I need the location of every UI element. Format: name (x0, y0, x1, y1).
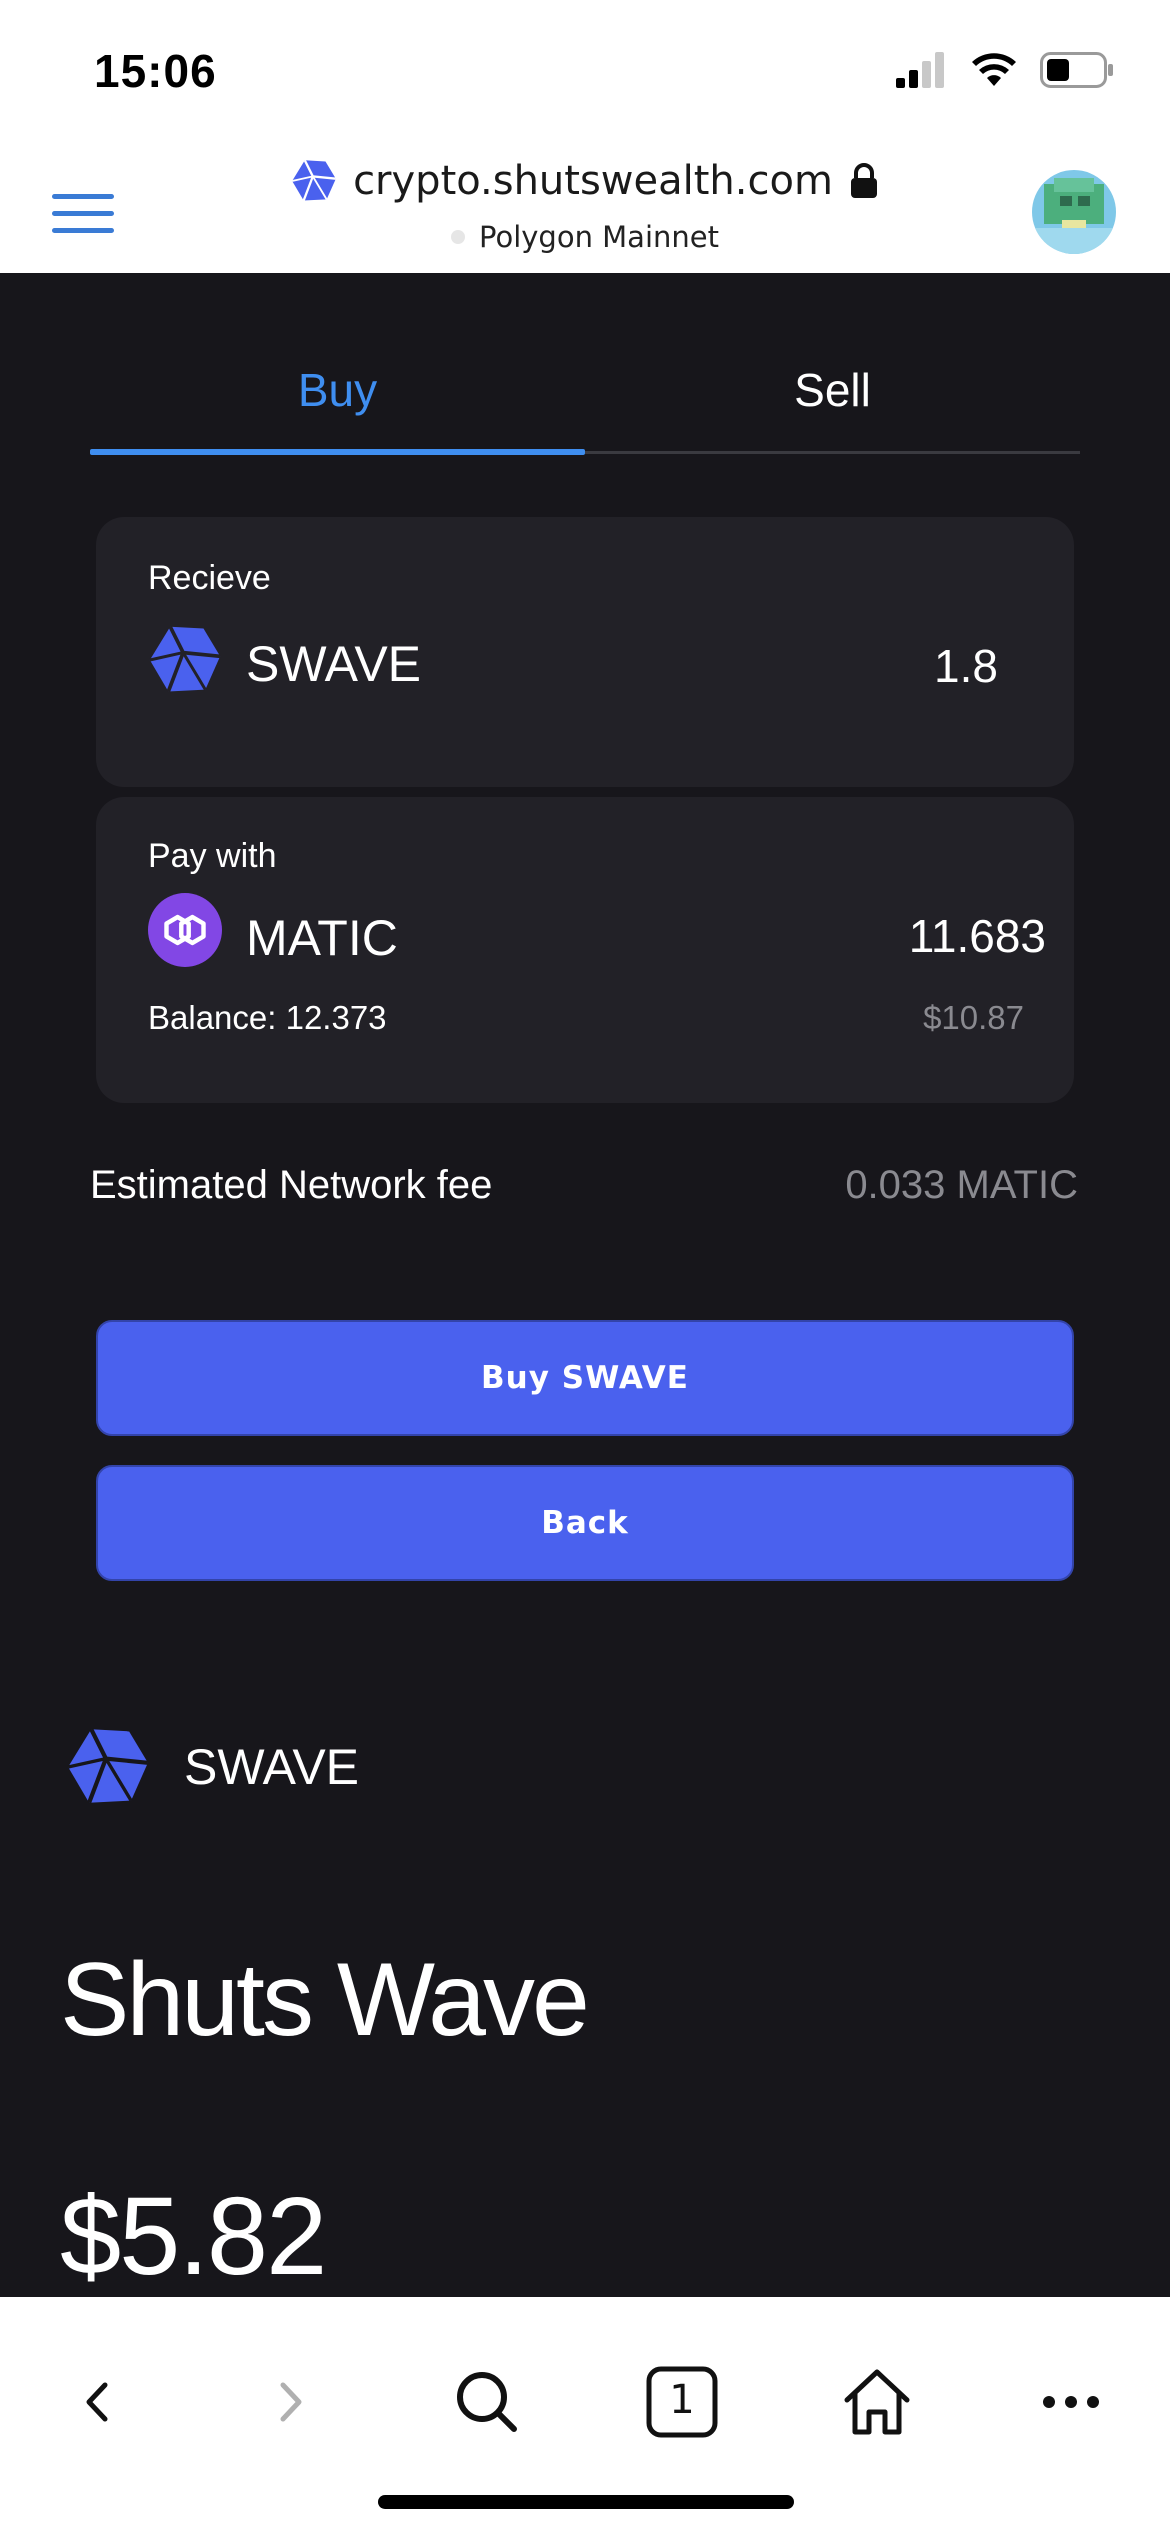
pay-usd-value: $10.87 (923, 999, 1024, 1036)
browser-header: crypto.shutswealth.com Polygon Mainnet (0, 140, 1170, 274)
receive-label: Recieve (148, 559, 271, 597)
avatar[interactable] (1032, 170, 1116, 254)
cellular-signal-icon (896, 52, 944, 88)
status-icons (896, 52, 1114, 88)
active-tab-indicator (90, 449, 585, 455)
buy-button[interactable]: Buy SWAVE (96, 1320, 1074, 1436)
token-header: SWAVE (62, 1725, 359, 1809)
wifi-icon (972, 53, 1016, 86)
pay-token-name: MATIC (246, 910, 398, 966)
home-button[interactable] (832, 2357, 922, 2447)
pay-label: Pay with (148, 837, 277, 875)
tabs-button[interactable]: 1 (637, 2357, 727, 2447)
tab-count: 1 (669, 2377, 695, 2423)
avatar-image-icon (1032, 170, 1116, 254)
matic-token-icon (148, 893, 222, 967)
home-icon (844, 2369, 910, 2435)
pay-amount[interactable]: 11.683 (909, 909, 1046, 963)
network-name: Polygon Mainnet (479, 220, 719, 254)
battery-icon (1040, 52, 1113, 88)
network-indicator: Polygon Mainnet (0, 220, 1170, 254)
swave-logo-icon (67, 1728, 149, 1804)
more-dots-icon (1043, 2396, 1099, 2408)
buy-sell-tabs: Buy Sell (90, 273, 1080, 455)
status-bar: 15:06 (0, 0, 1170, 140)
receive-card: Recieve SWAVE 1.8 (96, 517, 1074, 787)
home-indicator (378, 2495, 794, 2509)
browser-toolbar: 1 (0, 2297, 1170, 2532)
more-button[interactable] (1026, 2357, 1116, 2447)
swave-token-icon (149, 625, 221, 693)
network-fee-value: 0.033 MATIC (845, 1163, 1078, 1207)
pay-balance: Balance: 12.373 (148, 999, 387, 1036)
address-bar[interactable]: crypto.shutswealth.com (0, 158, 1170, 204)
chevron-right-icon (280, 2382, 302, 2422)
tab-buy[interactable]: Buy (90, 363, 585, 417)
search-icon (457, 2372, 517, 2432)
swap-page: Buy Sell Recieve SWAVE 1.8 Pay with MATI… (0, 273, 1170, 2297)
pay-card: Pay with MATIC 11.683 Balance: 12.373 $1… (96, 797, 1074, 1103)
network-fee-label: Estimated Network fee (90, 1163, 493, 1207)
status-time: 15:06 (94, 45, 217, 97)
url-text: crypto.shutswealth.com (353, 158, 833, 204)
back-nav-button[interactable] (52, 2357, 142, 2447)
token-name-title: Shuts Wave (60, 1942, 590, 2058)
site-favicon-icon (292, 159, 337, 201)
receive-amount[interactable]: 1.8 (934, 639, 998, 693)
network-status-dot (451, 230, 465, 244)
back-button[interactable]: Back (96, 1465, 1074, 1581)
search-button[interactable] (442, 2357, 532, 2447)
tab-sell[interactable]: Sell (585, 363, 1080, 417)
token-symbol: SWAVE (184, 1739, 360, 1795)
forward-nav-button[interactable] (246, 2357, 336, 2447)
receive-token-name: SWAVE (246, 636, 422, 692)
token-price: $5.82 (60, 2175, 327, 2297)
lock-icon (850, 163, 877, 198)
chevron-left-icon (86, 2382, 108, 2422)
